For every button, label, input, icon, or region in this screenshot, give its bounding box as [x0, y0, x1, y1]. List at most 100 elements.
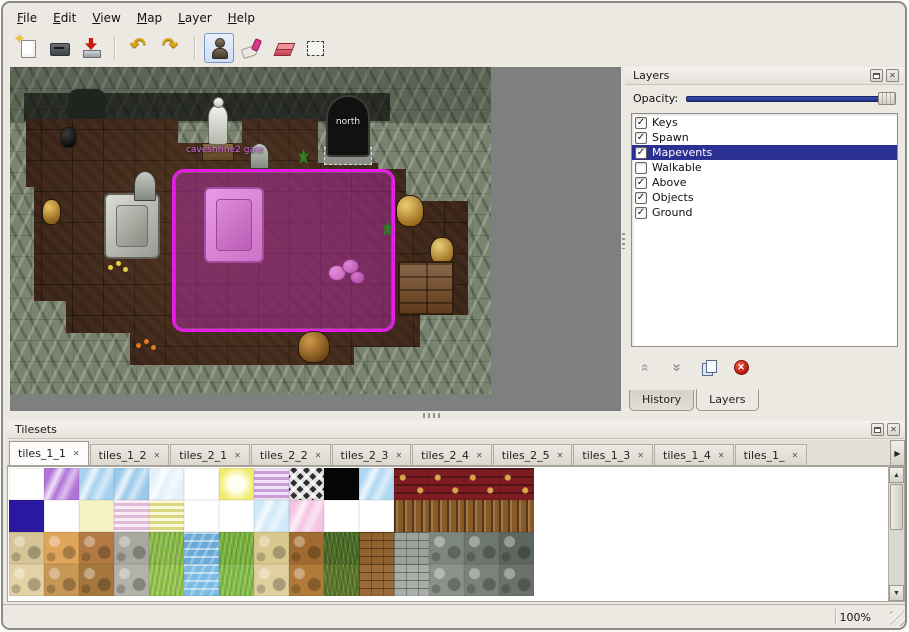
tileset-tile[interactable] — [289, 532, 324, 564]
tileset-tile[interactable] — [429, 500, 464, 532]
tileset-tile[interactable] — [359, 500, 394, 532]
close-tab-icon[interactable]: ✕ — [234, 451, 241, 460]
tileset-tile[interactable] — [44, 564, 79, 596]
close-tab-icon[interactable]: ✕ — [154, 451, 161, 460]
tileset-tile[interactable] — [114, 532, 149, 564]
tileset-tile[interactable] — [499, 468, 534, 500]
dock-tab-layers[interactable]: Layers — [696, 389, 758, 411]
tileset-tile[interactable] — [219, 564, 254, 596]
tileset-view[interactable]: ▲ ▼ — [7, 466, 905, 602]
tileset-tab-tiles_2_5[interactable]: tiles_2_5✕ — [493, 444, 573, 465]
layer-visibility-checkbox[interactable]: ✓ — [635, 177, 647, 189]
resize-grip[interactable] — [890, 611, 905, 626]
tileset-tile[interactable] — [9, 468, 44, 500]
brush-tool-button[interactable] — [236, 33, 266, 63]
tileset-tile[interactable] — [254, 500, 289, 532]
select-tool-button[interactable] — [300, 33, 330, 63]
close-tab-icon[interactable]: ✕ — [718, 451, 725, 460]
tileset-tile[interactable] — [499, 532, 534, 564]
tileset-tile[interactable] — [429, 468, 464, 500]
new-map-button[interactable] — [12, 33, 42, 63]
layer-row-walkable[interactable]: Walkable — [632, 160, 897, 175]
tileset-tile[interactable] — [394, 532, 429, 564]
tileset-tile[interactable] — [219, 500, 254, 532]
tileset-tile[interactable] — [184, 532, 219, 564]
layer-row-above[interactable]: ✓Above — [632, 175, 897, 190]
tileset-tile[interactable] — [149, 500, 184, 532]
tileset-tab-tiles_2_1[interactable]: tiles_2_1✕ — [170, 444, 250, 465]
close-tab-icon[interactable]: ✕ — [792, 451, 799, 460]
map-selection[interactable] — [172, 169, 395, 332]
tileset-tile[interactable] — [254, 468, 289, 500]
tileset-tab-tiles_1_4[interactable]: tiles_1_4✕ — [654, 444, 734, 465]
menu-help[interactable]: Help — [220, 8, 263, 28]
tileset-tab-tiles_2_4[interactable]: tiles_2_4✕ — [412, 444, 492, 465]
tileset-tile[interactable] — [184, 500, 219, 532]
undo-button[interactable] — [124, 33, 154, 63]
redo-button[interactable] — [156, 33, 186, 63]
close-tab-icon[interactable]: ✕ — [395, 451, 402, 460]
tileset-tile[interactable] — [464, 468, 499, 500]
tileset-tile[interactable] — [114, 468, 149, 500]
tileset-tile[interactable] — [429, 564, 464, 596]
tileset-tile[interactable] — [184, 564, 219, 596]
tileset-tile[interactable] — [114, 564, 149, 596]
layer-visibility-checkbox[interactable]: ✓ — [635, 117, 647, 129]
layer-visibility-checkbox[interactable]: ✓ — [635, 147, 647, 159]
open-button[interactable] — [44, 33, 74, 63]
tileset-tile[interactable] — [289, 564, 324, 596]
layer-row-ground[interactable]: ✓Ground — [632, 205, 897, 220]
tileset-tile[interactable] — [44, 500, 79, 532]
dock-tab-history[interactable]: History — [629, 390, 694, 411]
opacity-slider[interactable] — [686, 91, 896, 106]
tileset-tab-tiles_2_2[interactable]: tiles_2_2✕ — [251, 444, 331, 465]
tileset-tile[interactable] — [79, 532, 114, 564]
tileset-tile[interactable] — [394, 500, 429, 532]
layer-row-mapevents[interactable]: ✓Mapevents — [632, 145, 897, 160]
tileset-tile[interactable] — [324, 500, 359, 532]
layer-visibility-checkbox[interactable]: ✓ — [635, 132, 647, 144]
tileset-tile[interactable] — [149, 532, 184, 564]
close-tab-icon[interactable]: ✕ — [557, 451, 564, 460]
tileset-tile[interactable] — [149, 564, 184, 596]
scroll-up-icon[interactable]: ▲ — [889, 467, 904, 483]
tileset-tile[interactable] — [359, 532, 394, 564]
layer-visibility-checkbox[interactable] — [635, 162, 647, 174]
rollup-icon[interactable] — [870, 69, 883, 82]
tileset-tab-tiles_1_1[interactable]: tiles_1_1✕ — [9, 441, 89, 466]
close-tab-icon[interactable]: ✕ — [73, 449, 80, 458]
tileset-tile[interactable] — [464, 500, 499, 532]
tileset-tile[interactable] — [324, 564, 359, 596]
duplicate-layer-button[interactable] — [697, 356, 721, 378]
tileset-tile[interactable] — [9, 532, 44, 564]
menu-file[interactable]: File — [9, 8, 45, 28]
menu-layer[interactable]: Layer — [170, 8, 219, 28]
tileset-tile[interactable] — [464, 532, 499, 564]
tileset-tile[interactable] — [219, 468, 254, 500]
tileset-tab-tiles_1_2[interactable]: tiles_1_2✕ — [90, 444, 170, 465]
tileset-tile[interactable] — [79, 500, 114, 532]
rollup-icon[interactable] — [871, 423, 884, 436]
tileset-tile[interactable] — [289, 468, 324, 500]
tileset-tile[interactable] — [499, 500, 534, 532]
tileset-tile[interactable] — [289, 500, 324, 532]
lower-layer-button[interactable]: » — [665, 356, 689, 378]
delete-layer-button[interactable]: ✕ — [729, 356, 753, 378]
eraser-tool-button[interactable] — [268, 33, 298, 63]
tileset-tile[interactable] — [219, 532, 254, 564]
layer-row-keys[interactable]: ✓Keys — [632, 115, 897, 130]
tileset-tile[interactable] — [499, 564, 534, 596]
tileset-tile[interactable] — [394, 468, 429, 500]
close-tab-icon[interactable]: ✕ — [476, 451, 483, 460]
layer-visibility-checkbox[interactable]: ✓ — [635, 207, 647, 219]
map-canvas[interactable]: north caveshrine2 gate — [10, 67, 621, 411]
raise-layer-button[interactable]: « — [633, 356, 657, 378]
tileset-tab-tiles_2_3[interactable]: tiles_2_3✕ — [332, 444, 412, 465]
tileset-tile[interactable] — [44, 468, 79, 500]
menu-edit[interactable]: Edit — [45, 8, 84, 28]
scrollbar-thumb[interactable] — [890, 484, 903, 530]
close-tab-icon[interactable]: ✕ — [637, 451, 644, 460]
close-tab-icon[interactable]: ✕ — [315, 451, 322, 460]
layer-row-objects[interactable]: ✓Objects — [632, 190, 897, 205]
scroll-down-icon[interactable]: ▼ — [889, 585, 904, 601]
